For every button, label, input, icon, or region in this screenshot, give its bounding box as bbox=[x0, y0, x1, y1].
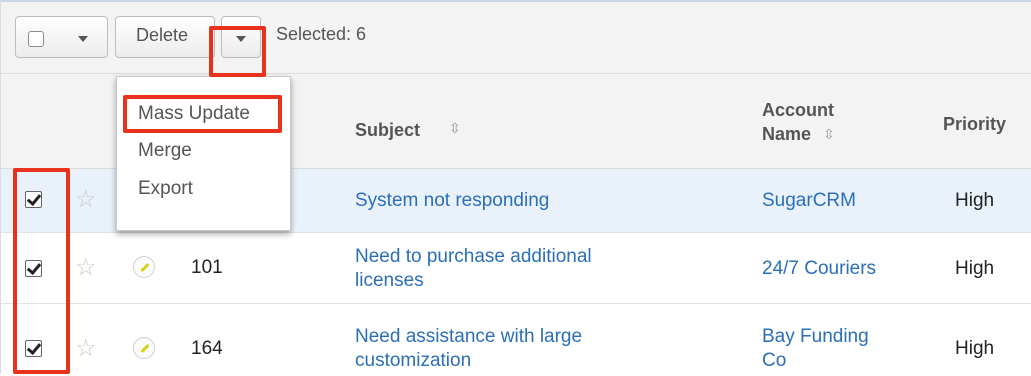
highlight-box-actions-button bbox=[209, 26, 266, 77]
sort-arrows-icon[interactable]: ⇳ bbox=[449, 120, 461, 137]
selected-count: Selected: 6 bbox=[276, 24, 367, 44]
table-row: ☆ 101 Need to purchase additional licens… bbox=[1, 233, 1031, 304]
account-link-line1[interactable]: Bay Funding bbox=[762, 326, 869, 348]
subject-link-line2[interactable]: licenses bbox=[355, 270, 424, 292]
subject-link-line1[interactable]: Need assistance with large bbox=[355, 326, 582, 348]
subject-link-line2[interactable]: customization bbox=[355, 350, 471, 372]
caret-down-icon bbox=[78, 36, 88, 42]
list-toolbar: Delete Selected: 6 bbox=[1, 2, 1031, 74]
priority-value: High bbox=[955, 338, 995, 359]
subject-link[interactable]: System not responding bbox=[355, 190, 549, 212]
star-icon[interactable]: ☆ bbox=[75, 256, 97, 280]
column-header-subject[interactable]: Subject bbox=[355, 120, 420, 141]
select-all-dropdown-button[interactable] bbox=[15, 16, 108, 58]
highlight-box-checkboxes bbox=[13, 168, 70, 374]
subject-link-line1[interactable]: Need to purchase additional bbox=[355, 246, 592, 268]
select-all-checkbox[interactable] bbox=[28, 31, 44, 47]
menu-item-export[interactable]: Export bbox=[138, 178, 193, 200]
case-number: 101 bbox=[191, 257, 223, 278]
star-icon[interactable]: ☆ bbox=[75, 188, 97, 212]
delete-button[interactable]: Delete bbox=[115, 16, 215, 58]
highlight-box-mass-update bbox=[123, 95, 282, 133]
pencil-icon[interactable] bbox=[133, 256, 155, 278]
column-header-priority[interactable]: Priority bbox=[943, 114, 1006, 135]
case-number: 164 bbox=[191, 338, 223, 359]
star-icon[interactable]: ☆ bbox=[75, 337, 97, 361]
priority-value: High bbox=[955, 258, 995, 279]
table-row: ☆ 164 Need assistance with large customi… bbox=[1, 304, 1031, 376]
column-header-account-line2[interactable]: Name bbox=[762, 124, 811, 145]
priority-value: High bbox=[955, 190, 995, 211]
column-header-account-line1[interactable]: Account bbox=[762, 100, 834, 121]
account-link-line2[interactable]: Co bbox=[762, 350, 786, 372]
account-link[interactable]: SugarCRM bbox=[762, 190, 856, 212]
list-view: Delete Selected: 6 Subject ⇳ Account Nam… bbox=[0, 0, 1031, 374]
menu-item-merge[interactable]: Merge bbox=[138, 140, 192, 162]
sort-arrows-icon[interactable]: ⇳ bbox=[823, 126, 835, 143]
account-link[interactable]: 24/7 Couriers bbox=[762, 258, 876, 280]
pencil-icon[interactable] bbox=[133, 337, 155, 359]
delete-button-label: Delete bbox=[136, 25, 189, 45]
